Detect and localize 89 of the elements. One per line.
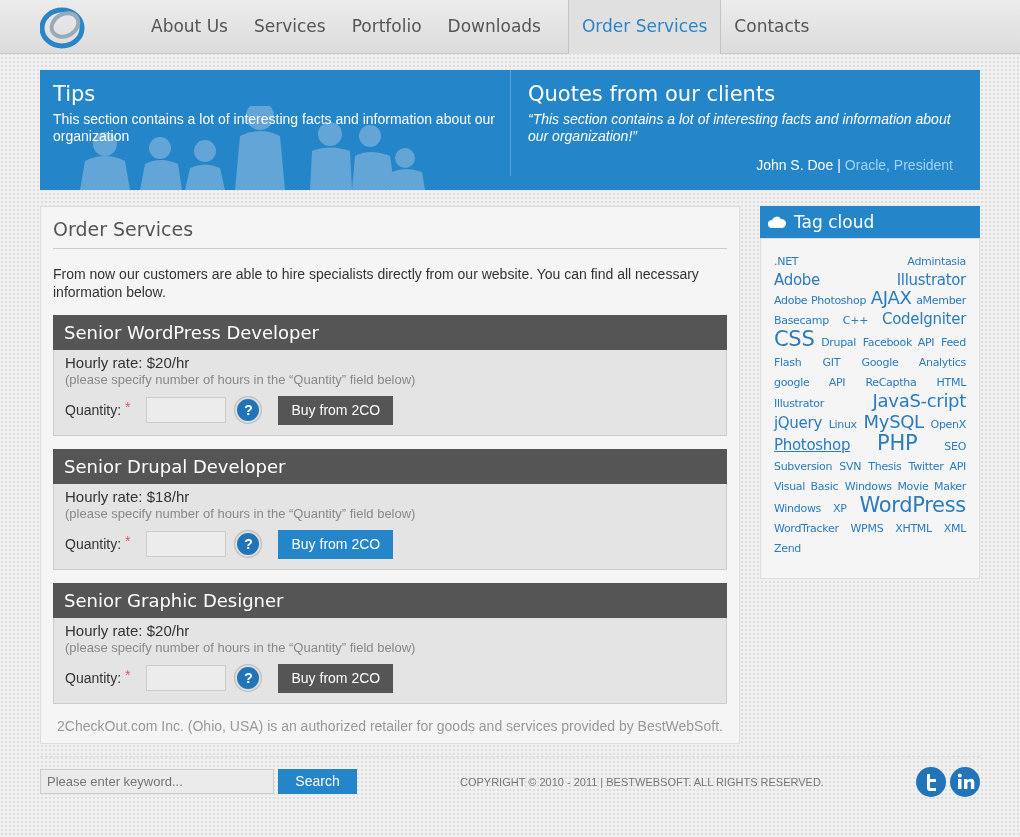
intro-text: From now our customers are able to hire specialists directly from our website. You can find all necessary information below. [53, 264, 700, 301]
linkedin-icon[interactable] [950, 766, 980, 797]
hint-text: (please specify number of hours in the “Quantity” field below) [65, 371, 417, 388]
tag-link[interactable]: WordTracker [774, 522, 839, 536]
help-icon[interactable]: ? [235, 665, 262, 692]
tag-link[interactable]: Linux [828, 418, 857, 432]
tag-link[interactable]: aMember [916, 294, 966, 308]
tag-link[interactable]: .NET [774, 255, 799, 269]
tag-link[interactable]: OpenX [930, 418, 966, 432]
cloud-icon [768, 216, 786, 229]
help-icon[interactable]: ? [235, 397, 262, 424]
retailer-note: 2CheckOut.com Inc. (Ohio, USA) is an authorized retailer for goods and services provided by BestWebSoft. [56, 716, 724, 735]
tag-cloud-title: Tag cloud [794, 211, 875, 234]
tag-link[interactable]: Facebook API [862, 336, 935, 350]
hint-text: (please specify number of hours in the “Quantity” field below) [65, 505, 417, 522]
tag-link[interactable]: CodeIgniter [882, 310, 966, 329]
tag-link[interactable]: SVN [839, 460, 862, 474]
tag-link[interactable]: Twitter API [908, 460, 966, 474]
quote-company: Oracle, President [844, 156, 953, 176]
tag-link[interactable]: Adobe Illustrator [774, 271, 966, 290]
quantity-label: Quantity: [65, 535, 122, 553]
copyright-text: COPYRIGHT © 2010 - 2011 | BESTWEBSOFT. ALL RIGHTS RESERVED. [460, 774, 824, 790]
search-button[interactable]: Search [278, 769, 357, 795]
tag-link[interactable]: Feed [940, 336, 966, 350]
tag-link[interactable]: ReCaptha [865, 376, 917, 390]
tag-link[interactable]: AJAX [870, 287, 912, 309]
tag-link[interactable]: google API [774, 376, 846, 390]
quantity-field[interactable] [146, 665, 227, 692]
product-title: Senior Graphic Designer [53, 582, 727, 618]
hourly-rate: Hourly rate: $18/hr [65, 487, 191, 505]
tag-link[interactable]: CSS [774, 327, 815, 352]
tag-link[interactable]: Drupal [821, 336, 857, 350]
tag-link[interactable]: JavaS-cript [872, 390, 966, 412]
tag-link[interactable]: Admintasia [907, 255, 966, 269]
tag-link[interactable]: Subversion [774, 460, 833, 474]
tag-link[interactable]: GIT [822, 356, 841, 370]
tag-link[interactable]: PHP [877, 431, 918, 456]
search-field[interactable]: Please enter keyword... [40, 769, 274, 795]
quantity-label: Quantity: [65, 669, 122, 687]
tips-text: This section contains a lot of interesting facts and information about our organization [53, 111, 497, 146]
product-title: Senior WordPress Developer [53, 314, 727, 350]
hourly-rate: Hourly rate: $20/hr [65, 621, 191, 639]
tag-link[interactable]: HTML [936, 376, 966, 390]
tag-link[interactable]: Basecamp [774, 314, 829, 328]
tag-link[interactable]: MySQL [863, 411, 924, 433]
twitter-icon[interactable] [916, 766, 946, 797]
help-icon[interactable]: ? [235, 531, 262, 558]
tag-link[interactable]: WPMS [850, 522, 884, 536]
nav-link[interactable]: About Us [138, 0, 241, 54]
tag-link[interactable]: SEO [944, 440, 966, 454]
nav-link[interactable]: Portfolio [338, 0, 435, 54]
tag-link[interactable]: XHTML [895, 522, 932, 536]
buy-button[interactable]: Buy from 2CO [278, 663, 394, 693]
separator: | [837, 156, 841, 176]
nav-link[interactable]: Services [240, 0, 339, 54]
tag-link[interactable]: Flash [774, 356, 802, 370]
tag-link[interactable]: Illustrator [774, 397, 824, 411]
page-title: Order Services [53, 217, 727, 249]
tag-link[interactable]: Windows Movie Maker [844, 480, 966, 494]
tag-link[interactable]: Visual Basic [774, 480, 839, 494]
tag-link[interactable]: Zend [774, 542, 802, 556]
tag-link[interactable]: jQuery [774, 414, 822, 433]
quotes-title: Quotes from our clients [528, 82, 777, 108]
quantity-field[interactable] [146, 531, 227, 558]
buy-button[interactable]: Buy from 2CO [278, 529, 394, 559]
quantity-label: Quantity: [65, 401, 122, 419]
nav-link[interactable]: Downloads [434, 0, 554, 54]
tag-link[interactable]: WordPress [859, 493, 966, 518]
hint-text: (please specify number of hours in the “Quantity” field below) [65, 639, 417, 656]
tag-link[interactable]: Google Analytics [861, 356, 966, 370]
hourly-rate: Hourly rate: $20/hr [65, 353, 191, 371]
tag-link[interactable]: Thesis [868, 460, 902, 474]
product-title: Senior Drupal Developer [53, 448, 727, 484]
quantity-field[interactable] [146, 397, 227, 424]
tag-link[interactable]: Adobe Photoshop [774, 294, 867, 308]
buy-button[interactable]: Buy from 2CO [278, 395, 394, 425]
tag-link[interactable]: C++ [842, 314, 869, 328]
tag-link[interactable]: Windows XP [774, 502, 847, 516]
required-mark: * [125, 666, 131, 684]
quote-text: “This section contains a lot of interesting facts and information about our organization!” [528, 111, 952, 146]
required-mark: * [125, 398, 131, 416]
quote-author: John S. Doe [756, 156, 834, 176]
tag-link[interactable]: Photoshop [774, 436, 851, 455]
tips-title: Tips [53, 82, 97, 108]
nav-link[interactable]: Contacts [721, 0, 823, 54]
nav-link[interactable]: Order Services [567, 0, 722, 54]
required-mark: * [125, 532, 131, 550]
logo-icon[interactable] [40, 5, 86, 49]
tag-link[interactable]: XML [943, 522, 966, 536]
